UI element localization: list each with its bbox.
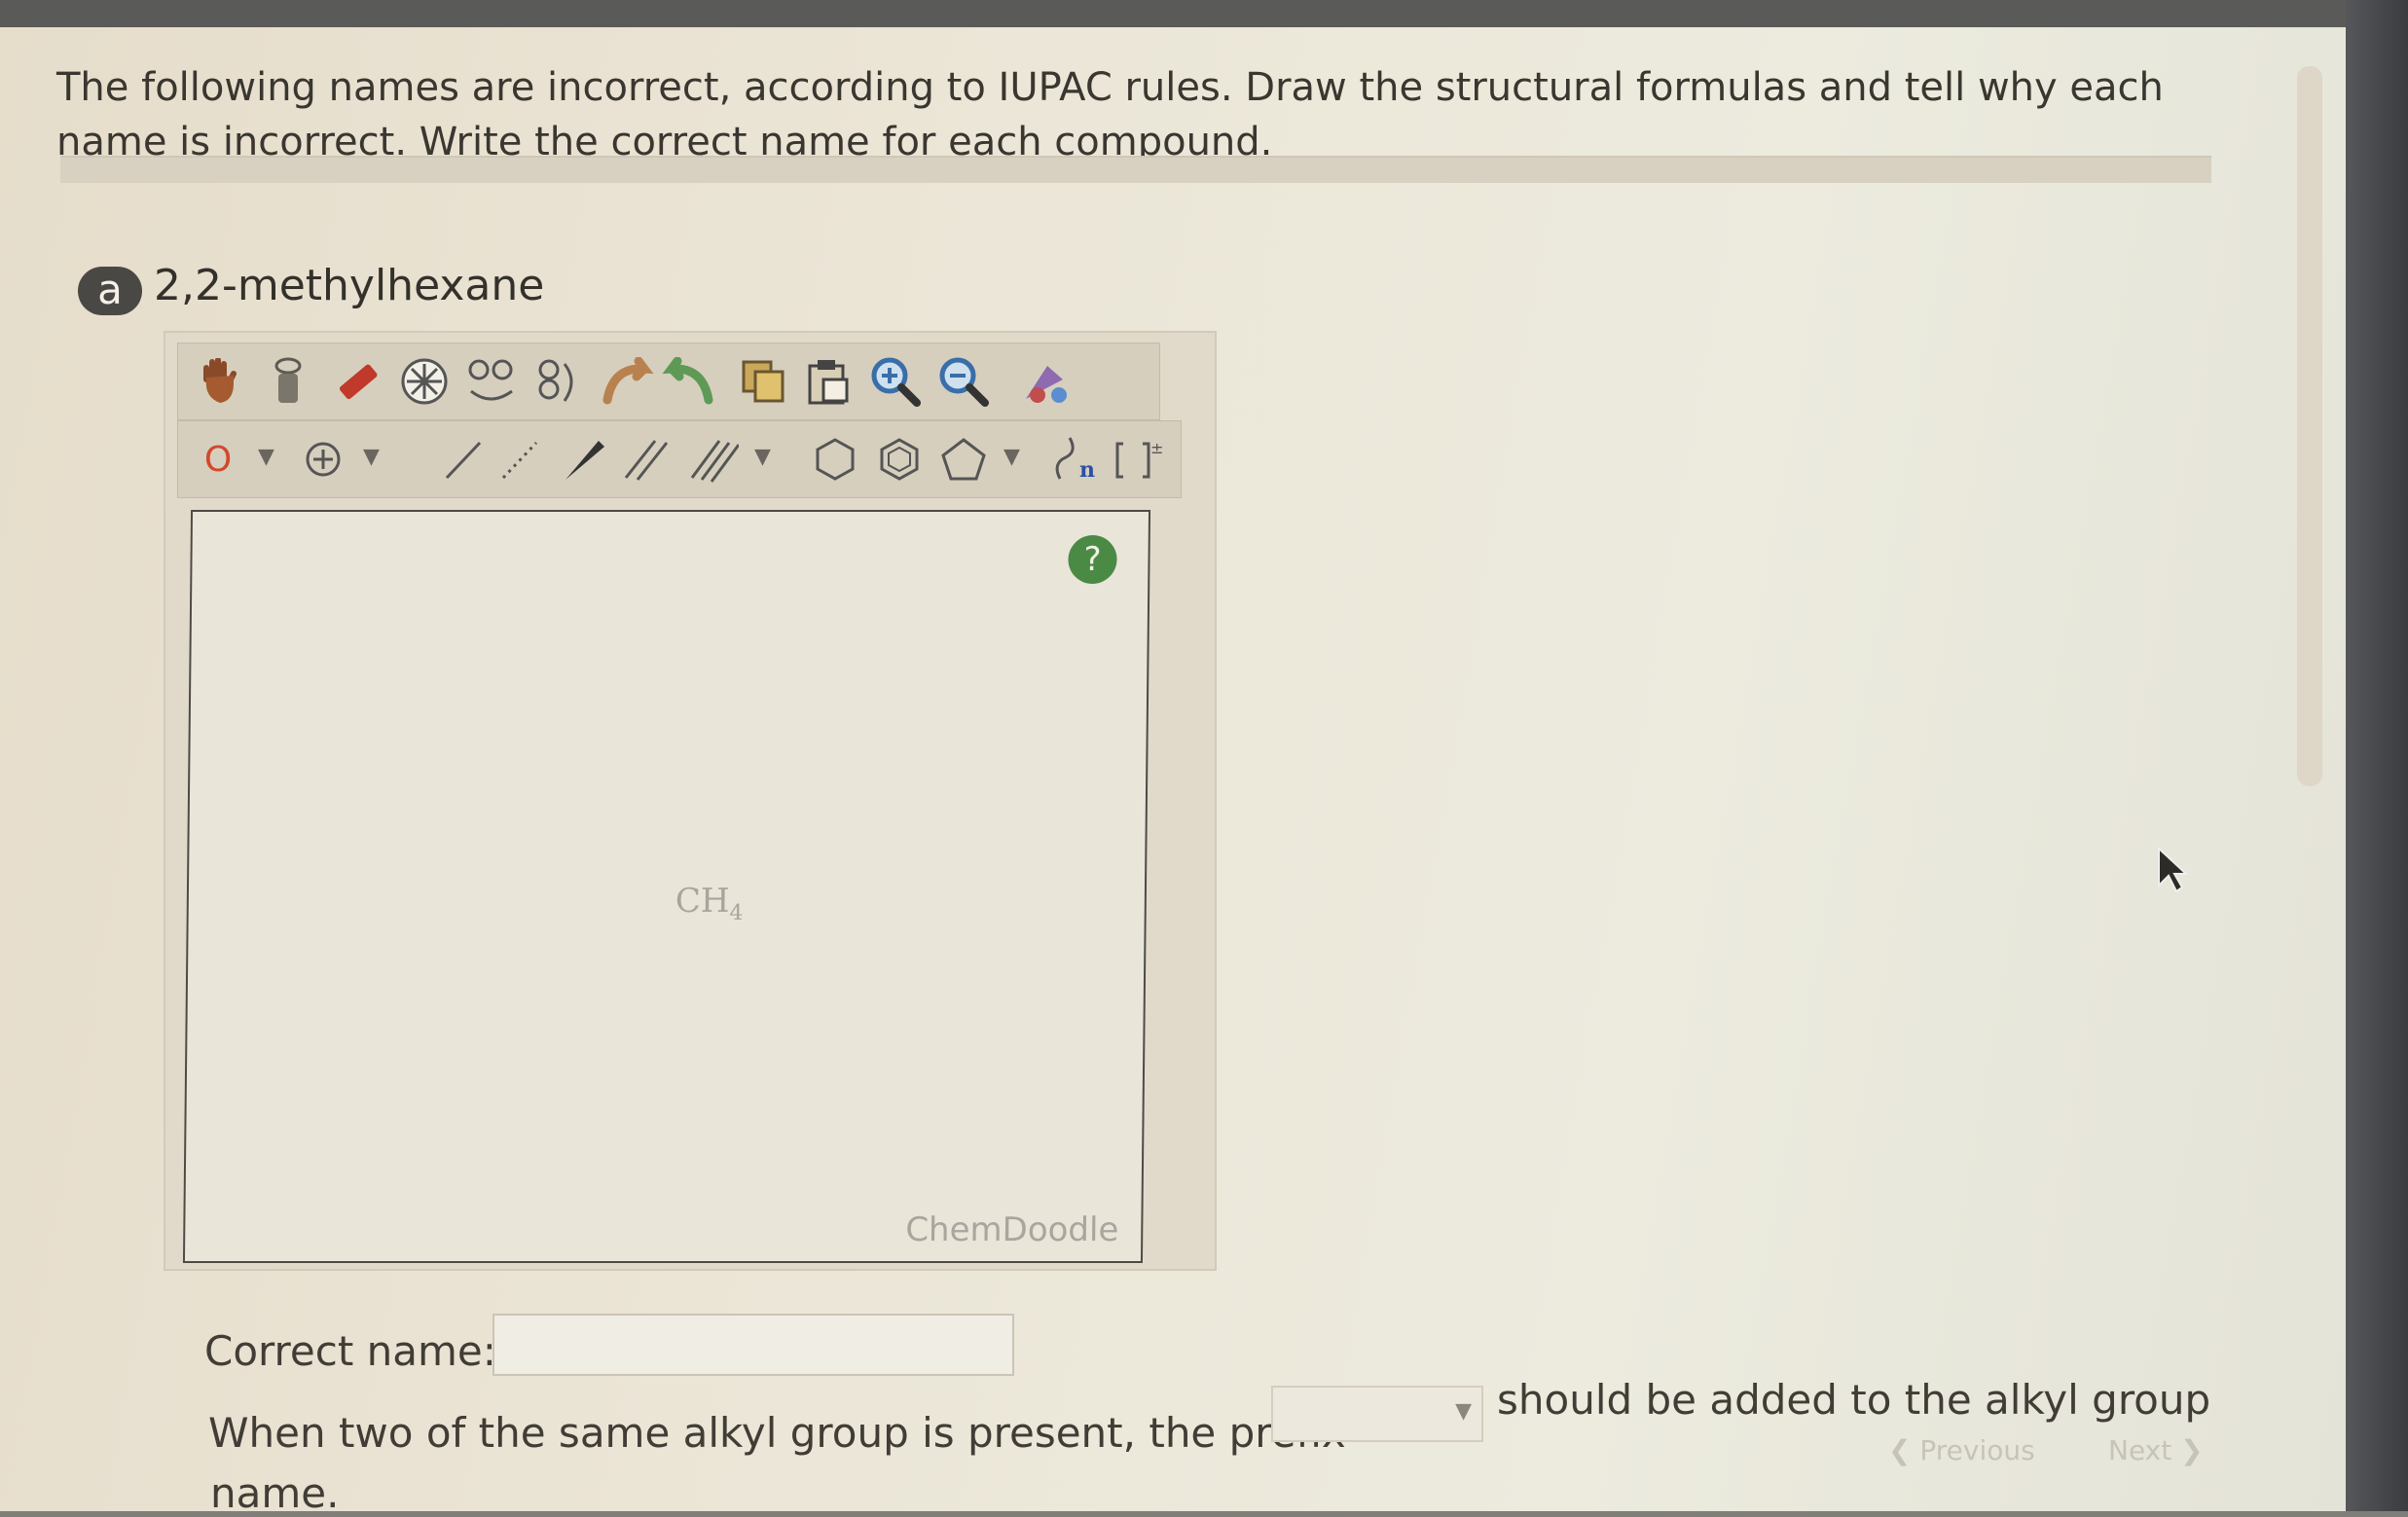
repeat-unit-icon[interactable]: n (1044, 429, 1105, 489)
flip-icon[interactable] (462, 351, 523, 412)
drawing-canvas[interactable]: ? CH4 ChemDoodle (182, 510, 1151, 1263)
canvas-placeholder: CH4 (675, 882, 744, 925)
triple-bond-icon[interactable] (684, 429, 745, 489)
screen-bezel (2346, 0, 2408, 1511)
next-button[interactable]: Next ❯ (2108, 1434, 2204, 1466)
prefix-dropdown[interactable]: ▼ (1271, 1386, 1483, 1442)
atom-selector[interactable]: O (188, 429, 248, 489)
center-icon[interactable] (394, 351, 455, 412)
paste-icon[interactable] (797, 351, 857, 412)
dashed-bond-icon[interactable] (490, 429, 550, 489)
pentagon-icon[interactable] (933, 429, 994, 489)
zoom-out-icon[interactable] (933, 351, 994, 412)
sentence-part-1: When two of the same alkyl group is pres… (208, 1409, 1346, 1457)
chemdoodle-watermark: ChemDoodle (905, 1210, 1119, 1249)
bond-dropdown-arrow[interactable]: ▼ (754, 445, 771, 469)
rotate-icon[interactable] (527, 351, 587, 412)
wedge-bond-icon[interactable] (554, 429, 614, 489)
bracket-charge-icon[interactable]: ± (1109, 429, 1169, 489)
eraser-icon[interactable] (324, 351, 384, 412)
part-label: 2,2-methylhexane (154, 261, 545, 310)
svg-text:±: ± (1150, 439, 1163, 457)
copy-icon[interactable] (733, 351, 793, 412)
lasso-icon[interactable] (258, 351, 318, 412)
ring-dropdown-arrow[interactable]: ▼ (1003, 445, 1020, 469)
section-divider (60, 156, 2211, 183)
previous-label: Previous (1919, 1434, 2035, 1466)
zoom-in-icon[interactable] (865, 351, 926, 412)
clean-icon[interactable] (1015, 351, 1076, 412)
charge-dropdown-arrow[interactable]: ▼ (363, 445, 380, 469)
scrollbar[interactable] (2297, 66, 2322, 786)
toolbar-row-1 (177, 343, 1160, 420)
atom-dropdown-arrow[interactable]: ▼ (258, 445, 274, 469)
svg-text:n: n (1079, 457, 1095, 483)
toolbar-row-2: O ▼ ▼ ▼ ▼ n ± (177, 420, 1182, 498)
next-label: Next (2108, 1434, 2172, 1466)
double-bond-icon[interactable] (616, 429, 676, 489)
redo-icon[interactable] (659, 351, 719, 412)
part-badge: a (78, 267, 142, 315)
sentence-part-2: should be added to the alkyl group (1497, 1376, 2211, 1424)
mouse-cursor-icon (2155, 846, 2190, 897)
ch4-text: CH4 (675, 882, 744, 925)
undo-icon[interactable] (597, 351, 657, 412)
hand-icon[interactable] (190, 351, 250, 412)
chemdoodle-editor: O ▼ ▼ ▼ ▼ n ± ? CH4 ChemDoodle (164, 331, 1217, 1271)
hexagon-icon[interactable] (805, 429, 865, 489)
correct-name-label: Correct name: (204, 1327, 496, 1375)
correct-name-input[interactable] (493, 1314, 1014, 1376)
help-button[interactable]: ? (1068, 535, 1117, 584)
charge-icon[interactable] (293, 429, 353, 489)
top-strip (0, 0, 2408, 29)
question-instructions: The following names are incorrect, accor… (56, 65, 2164, 164)
benzene-icon[interactable] (869, 429, 930, 489)
previous-button[interactable]: ❮ Previous (1888, 1434, 2035, 1466)
single-bond-icon[interactable] (433, 429, 493, 489)
chevron-down-icon: ▼ (1455, 1399, 1472, 1424)
sentence-part-3: name. (210, 1469, 340, 1517)
